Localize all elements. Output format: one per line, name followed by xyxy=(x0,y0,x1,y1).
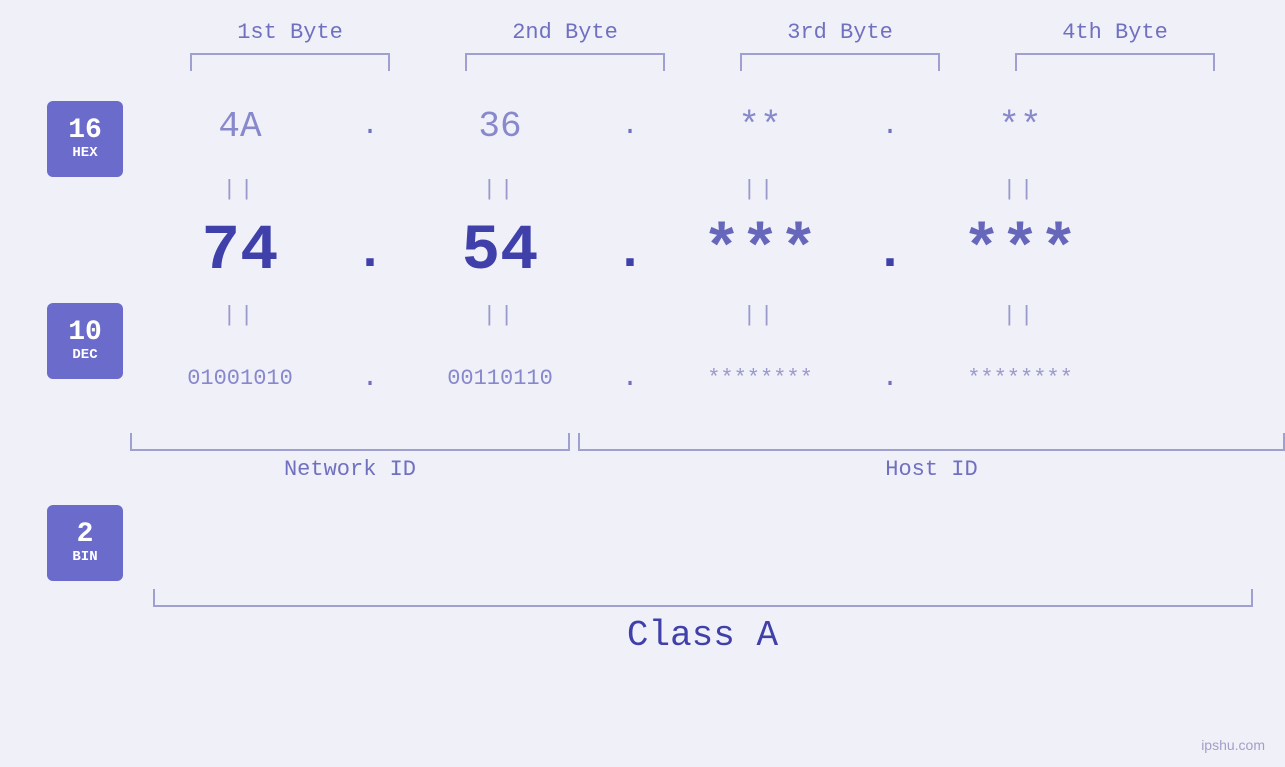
dec-b4: *** xyxy=(910,216,1130,288)
dec-b2: 54 xyxy=(390,216,610,288)
eq1-b2: || xyxy=(390,177,610,202)
hex-b2: 36 xyxy=(390,106,610,147)
bottom-section: Network ID Host ID xyxy=(130,433,1285,482)
host-id-label: Host ID xyxy=(578,457,1285,482)
equals-row-1: || || || || xyxy=(130,171,1285,207)
bin-sep3: . xyxy=(870,363,910,394)
bin-sep1: . xyxy=(350,363,390,394)
dec-badge: 10 DEC xyxy=(47,303,123,379)
bin-row: 01001010 . 00110110 . ******** . *******… xyxy=(130,333,1285,423)
bracket-byte1 xyxy=(190,53,390,71)
equals-row-2: || || || || xyxy=(130,297,1285,333)
main-container: 1st Byte 2nd Byte 3rd Byte 4th Byte 16 H… xyxy=(0,0,1285,767)
bin-badge: 2 BIN xyxy=(47,505,123,581)
bin-sep2: . xyxy=(610,363,650,394)
eq1-b3: || xyxy=(650,177,870,202)
hex-b4: ** xyxy=(910,106,1130,147)
top-brackets xyxy=(153,53,1253,71)
badges-column: 16 HEX 10 DEC 2 BIN xyxy=(0,81,130,581)
host-bracket xyxy=(578,433,1285,451)
eq2-b2: || xyxy=(390,303,610,328)
byte4-header: 4th Byte xyxy=(1005,20,1225,45)
hex-sep2: . xyxy=(610,111,650,142)
hex-b1: 4A xyxy=(130,106,350,147)
bin-badge-number: 2 xyxy=(77,521,94,549)
hex-sep3: . xyxy=(870,111,910,142)
network-bracket xyxy=(130,433,570,451)
dec-sep1: . xyxy=(350,223,390,282)
eq2-b1: || xyxy=(130,303,350,328)
eq1-b4: || xyxy=(910,177,1130,202)
watermark: ipshu.com xyxy=(1201,737,1265,753)
eq2-b3: || xyxy=(650,303,870,328)
byte-headers: 1st Byte 2nd Byte 3rd Byte 4th Byte xyxy=(153,20,1253,45)
dec-badge-number: 10 xyxy=(68,319,102,347)
hex-badge-label: HEX xyxy=(72,145,97,162)
dec-row: 74 . 54 . *** . *** xyxy=(130,207,1285,297)
bin-b4: ******** xyxy=(910,366,1130,391)
dec-b3: *** xyxy=(650,216,870,288)
bottom-labels: Network ID Host ID xyxy=(130,457,1285,482)
hex-badge: 16 HEX xyxy=(47,101,123,177)
bracket-byte4 xyxy=(1015,53,1215,71)
dec-sep3: . xyxy=(870,223,910,282)
rows-container: 4A . 36 . ** . ** || || xyxy=(130,81,1285,482)
eq1-b1: || xyxy=(130,177,350,202)
class-label: Class A xyxy=(153,615,1253,656)
bin-badge-label: BIN xyxy=(72,549,97,566)
bin-b3: ******** xyxy=(650,366,870,391)
bin-b1: 01001010 xyxy=(130,366,350,391)
byte3-header: 3rd Byte xyxy=(730,20,950,45)
hex-badge-number: 16 xyxy=(68,117,102,145)
dec-badge-label: DEC xyxy=(72,347,97,364)
hex-b3: ** xyxy=(650,106,870,147)
content-area: 16 HEX 10 DEC 2 BIN 4A . xyxy=(0,81,1285,581)
eq2-b4: || xyxy=(910,303,1130,328)
dec-sep2: . xyxy=(610,223,650,282)
byte2-header: 2nd Byte xyxy=(455,20,675,45)
hex-sep1: . xyxy=(350,111,390,142)
bottom-brackets xyxy=(130,433,1285,451)
dec-b1: 74 xyxy=(130,216,350,288)
byte1-header: 1st Byte xyxy=(180,20,400,45)
bin-b2: 00110110 xyxy=(390,366,610,391)
hex-row: 4A . 36 . ** . ** xyxy=(130,81,1285,171)
outer-bracket xyxy=(153,589,1253,607)
network-id-label: Network ID xyxy=(130,457,570,482)
bracket-byte3 xyxy=(740,53,940,71)
bracket-byte2 xyxy=(465,53,665,71)
